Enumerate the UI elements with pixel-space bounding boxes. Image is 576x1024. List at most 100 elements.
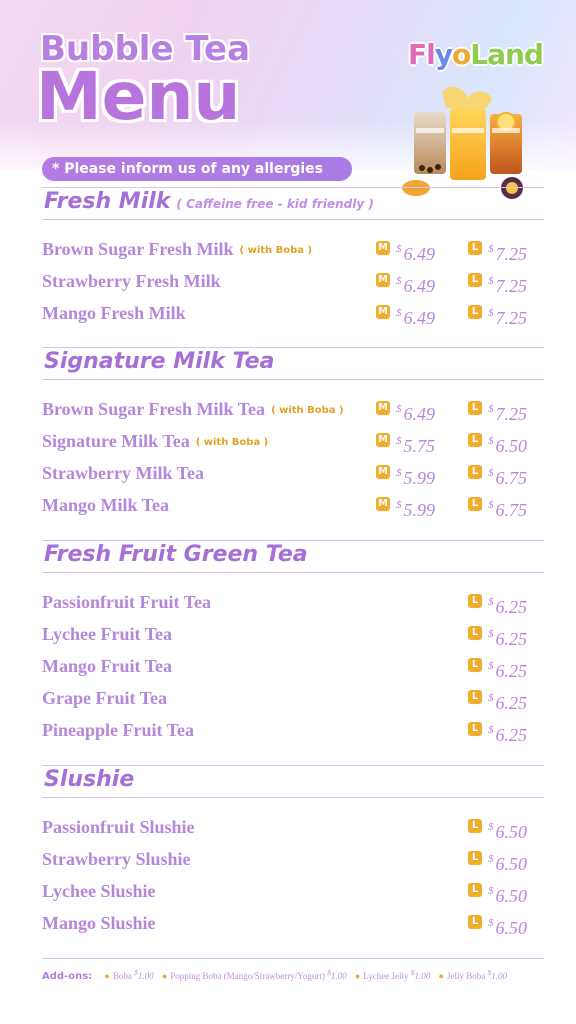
price-m: $6.49: [396, 269, 435, 298]
currency-symbol: $: [488, 724, 494, 736]
addons-divider: [42, 958, 544, 959]
price-l: $7.25: [488, 269, 527, 298]
price-l-value: 6.75: [495, 468, 528, 488]
item-name: Mango Milk Tea: [42, 495, 170, 515]
size-l-badge: L: [468, 883, 482, 897]
price-l-value: 6.50: [495, 886, 528, 906]
menu-item: Passionfruit Fruit Tea L $6.25: [42, 590, 544, 620]
price-l-value: 6.50: [495, 822, 528, 842]
section-divider: [42, 540, 544, 541]
price-l-value: 6.50: [495, 436, 528, 456]
item-tag: ( with Boba ): [195, 437, 269, 448]
menu-item: Mango Fruit Tea L $6.25: [42, 654, 544, 684]
item-name: Strawberry Slushie: [42, 849, 191, 869]
currency-symbol: $: [488, 275, 494, 287]
bullet-icon: ●: [354, 971, 361, 981]
currency-symbol: $: [488, 853, 494, 865]
size-l-badge: L: [468, 273, 482, 287]
item-name: Mango Fresh Milk: [42, 303, 186, 323]
price-l: $6.50: [488, 815, 527, 844]
price-l: $6.50: [488, 879, 527, 908]
price-l: $6.25: [488, 590, 527, 619]
currency-symbol: $: [396, 499, 402, 511]
menu-item: Strawberry Fresh Milk M $6.49 L $7.25: [42, 269, 544, 299]
price-l-value: 7.25: [495, 244, 528, 264]
size-l-badge: L: [468, 626, 482, 640]
currency-symbol: $: [488, 596, 494, 608]
menu-item: Brown Sugar Fresh Milk ( with Boba ) M $6…: [42, 237, 544, 267]
size-m-badge: M: [376, 401, 390, 415]
price-m-value: 6.49: [403, 404, 436, 424]
section-title: Fresh Fruit Green Tea: [44, 542, 308, 567]
section-title: Fresh Milk ( Caffeine free - kid friendly…: [44, 189, 374, 214]
section-divider: [42, 347, 544, 348]
item-name: Strawberry Fresh Milk: [42, 271, 221, 291]
item-name: Passionfruit Fruit Tea: [42, 592, 212, 612]
section-divider: [42, 187, 544, 188]
menu-title-line2: Menu: [36, 58, 241, 135]
currency-symbol: $: [488, 307, 494, 319]
addon-name: Lychee Jelly: [363, 971, 409, 981]
section-title: Slushie: [44, 767, 135, 792]
addon-price-value: 1.00: [491, 971, 507, 981]
item-name: Passionfruit Slushie: [42, 817, 195, 837]
currency-symbol: $: [488, 628, 494, 640]
item-name-text: Brown Sugar Fresh Milk Tea: [42, 399, 266, 419]
currency-symbol: $: [488, 917, 494, 929]
menu-item: Mango Slushie L $6.50: [42, 911, 544, 941]
currency-symbol: $: [488, 403, 494, 415]
section-slushie: Slushie Passionfruit Slushie L $6.50 Str…: [42, 765, 544, 945]
size-l-badge: L: [468, 594, 482, 608]
addon-price-value: 1.00: [330, 971, 347, 981]
price-m-value: 5.75: [403, 436, 436, 456]
addon-price: $1.00: [327, 968, 347, 981]
size-l-badge: L: [468, 497, 482, 511]
bullet-icon: ●: [104, 971, 110, 981]
size-l-badge: L: [468, 241, 482, 255]
size-l-badge: L: [468, 305, 482, 319]
price-m-value: 5.99: [403, 500, 436, 520]
size-m-badge: M: [376, 433, 390, 447]
addons-label: Add-ons:: [42, 971, 93, 982]
section-fresh-fruit-green-tea: Fresh Fruit Green Tea Passionfruit Fruit…: [42, 540, 544, 750]
addon-name: Popping Boba (Mango/Strawberry/Yogurt): [170, 971, 325, 981]
price-l-value: 6.75: [495, 500, 528, 520]
item-name: Lychee Slushie: [42, 881, 156, 901]
price-l: $6.50: [488, 911, 527, 940]
item-name: Signature Milk Tea ( with Boba ): [42, 429, 268, 455]
currency-symbol: $: [488, 821, 494, 833]
section-divider: [42, 765, 544, 766]
size-l-badge: L: [468, 722, 482, 736]
section-divider: [42, 572, 544, 573]
addon-price: $1.00: [134, 968, 154, 981]
item-name: Pineapple Fruit Tea: [42, 720, 195, 740]
item-name: Lychee Fruit Tea: [42, 624, 172, 644]
logo-part-1: Fl: [408, 38, 436, 71]
item-name: Mango Fruit Tea: [42, 656, 173, 676]
size-l-badge: L: [468, 401, 482, 415]
price-m: $6.49: [396, 397, 435, 426]
menu-item: Mango Milk Tea M $5.99 L $6.75: [42, 493, 544, 523]
bullet-icon: ●: [161, 971, 168, 981]
bullet-icon: ●: [438, 971, 444, 981]
section-fresh-milk: Fresh Milk ( Caffeine free - kid friendly…: [42, 187, 544, 330]
price-l: $6.25: [488, 718, 527, 747]
price-m: $6.49: [396, 301, 435, 330]
logo-part-4: Land: [470, 38, 544, 71]
price-l: $6.50: [488, 429, 527, 458]
price-m: $5.75: [396, 429, 435, 458]
size-m-badge: M: [376, 305, 390, 319]
item-name: Mango Slushie: [42, 913, 156, 933]
currency-symbol: $: [396, 307, 402, 319]
price-l-value: 7.25: [495, 404, 528, 424]
addon-price-value: 1.00: [414, 971, 431, 981]
item-name-text: Signature Milk Tea: [42, 431, 190, 451]
size-l-badge: L: [468, 851, 482, 865]
size-l-badge: L: [468, 915, 482, 929]
section-signature-milk-tea: Signature Milk Tea Brown Sugar Fresh Mil…: [42, 347, 544, 527]
menu-item: Pineapple Fruit Tea L $6.25: [42, 718, 544, 748]
addon-name: Jelly Boba: [446, 971, 486, 981]
price-m: $5.99: [396, 493, 435, 522]
price-l: $7.25: [488, 301, 527, 330]
currency-symbol: $: [396, 435, 402, 447]
